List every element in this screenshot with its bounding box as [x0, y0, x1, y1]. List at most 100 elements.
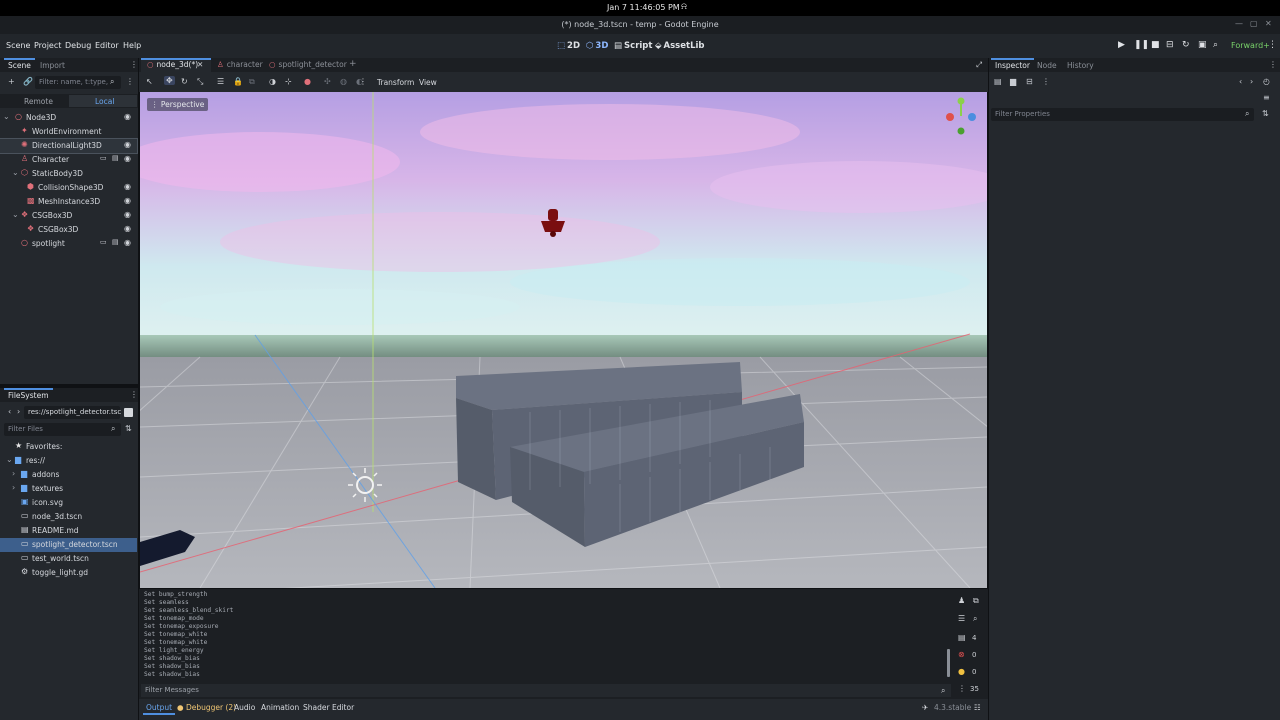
- filter-files-input[interactable]: Filter Files: [4, 423, 121, 436]
- play-custom-icon[interactable]: ▣: [1198, 40, 1207, 50]
- sun-toggle-icon[interactable]: ◍: [340, 77, 347, 86]
- workspace-assetlib-button[interactable]: ⬙ AssetLib: [655, 41, 705, 51]
- visibility-eye-icon[interactable]: ◉: [124, 140, 131, 149]
- fs-file-node3d[interactable]: ▭ node_3d.tscn: [0, 510, 137, 524]
- error-filter-icon[interactable]: ⊗: [958, 650, 965, 659]
- visibility-eye-icon[interactable]: ◉: [124, 154, 131, 163]
- remote-debug-icon[interactable]: ⊟: [1166, 40, 1174, 50]
- tree-node-csgbox3d[interactable]: ⌄ ❖ CSGBox3D ◉: [0, 209, 137, 223]
- dock-menu-icon[interactable]: ⋮: [1269, 60, 1277, 69]
- history-back-icon[interactable]: ‹: [1239, 77, 1242, 86]
- filter-properties-input[interactable]: Filter Properties: [991, 108, 1254, 121]
- tree-node-meshinstance3d[interactable]: ▩ MeshInstance3D ◉: [0, 195, 137, 209]
- add-node-icon[interactable]: +: [8, 77, 15, 86]
- tree-node-character[interactable]: ♙ Character ▭ ▤ ◉: [0, 153, 137, 167]
- path-field[interactable]: res://spotlight_detector.tsc: [24, 406, 121, 419]
- link-icon[interactable]: 🔗: [23, 77, 33, 86]
- visibility-eye-icon[interactable]: ◉: [124, 196, 131, 205]
- stop-icon[interactable]: ■: [1151, 40, 1160, 50]
- tree-node-worldenvironment[interactable]: ✦ WorldEnvironment: [0, 125, 137, 139]
- notification-bell-icon[interactable]: ⍾: [681, 2, 687, 12]
- filter-messages-input[interactable]: Filter Messages: [141, 684, 951, 697]
- tab-animation[interactable]: Animation: [261, 703, 299, 712]
- fs-file-spotlight-detector[interactable]: ▭ spotlight_detector.tscn: [0, 538, 137, 552]
- workspace-script-button[interactable]: ▤ Script: [614, 41, 652, 51]
- inspector-options-icon[interactable]: ⋮: [1042, 77, 1050, 86]
- menu-project[interactable]: Project: [34, 41, 61, 50]
- fs-folder-textures[interactable]: › ▆ textures: [0, 482, 137, 496]
- tab-debugger[interactable]: ● Debugger (2): [177, 703, 236, 712]
- open-script-icon[interactable]: ▤: [112, 154, 119, 162]
- scene-tab-node3d[interactable]: ○ node_3d(*): [147, 60, 198, 69]
- sort-icon[interactable]: ⇅: [125, 424, 132, 433]
- menu-debug[interactable]: Debug: [65, 41, 91, 50]
- history-forward-icon[interactable]: ›: [1250, 77, 1253, 86]
- instance-scene-icon[interactable]: ▭: [100, 154, 107, 162]
- tab-audio[interactable]: Audio: [234, 703, 255, 712]
- back-icon[interactable]: ‹: [8, 407, 11, 416]
- editor-message-filter-icon[interactable]: ⋮: [958, 684, 966, 693]
- lock-icon[interactable]: 🔒: [233, 77, 243, 86]
- open-resource-icon[interactable]: ▆: [1010, 77, 1016, 86]
- word-wrap-icon[interactable]: ☰: [958, 614, 965, 623]
- play-scene-icon[interactable]: ↻: [1182, 40, 1190, 50]
- tree-node-spotlight[interactable]: ○ spotlight ▭ ▤ ◉: [0, 237, 137, 251]
- tab-output[interactable]: Output: [142, 703, 176, 715]
- object-properties-icon[interactable]: ≡: [1263, 93, 1270, 102]
- clear-output-icon[interactable]: ♟: [958, 596, 965, 605]
- tab-history[interactable]: History: [1067, 61, 1094, 70]
- scene-filter-input[interactable]: Filter: name, t:type,: [35, 76, 121, 89]
- dock-menu-icon[interactable]: ⋮: [130, 390, 138, 399]
- visibility-eye-icon[interactable]: ◉: [124, 238, 131, 247]
- transform-menu[interactable]: Transform: [377, 78, 414, 87]
- visibility-eye-icon[interactable]: ◉: [124, 224, 131, 233]
- distraction-free-icon[interactable]: ⤢: [976, 60, 982, 70]
- menu-help[interactable]: Help: [123, 41, 141, 50]
- output-scrollbar[interactable]: [947, 649, 950, 677]
- fs-favorites[interactable]: ★ Favorites:: [0, 440, 137, 454]
- menu-editor[interactable]: Editor: [95, 41, 119, 50]
- play-icon[interactable]: ▶: [1118, 40, 1125, 50]
- message-filter-icon[interactable]: ▤: [958, 633, 966, 642]
- tree-node-directionallight3d[interactable]: ✺ DirectionalLight3D ◉: [0, 138, 138, 154]
- fs-file-icon-svg[interactable]: ▣ icon.svg: [0, 496, 137, 510]
- remote-tab[interactable]: Remote: [24, 97, 53, 106]
- warning-filter-icon[interactable]: ●: [958, 667, 965, 676]
- local-space-icon[interactable]: ◑: [269, 77, 276, 86]
- scale-tool-icon[interactable]: ⤡: [197, 77, 203, 87]
- add-tab-icon[interactable]: +: [349, 59, 357, 69]
- visibility-eye-icon[interactable]: ◉: [124, 182, 131, 191]
- update-spinner-icon[interactable]: ✈: [922, 703, 928, 712]
- fs-res-root[interactable]: ⌄ ▆ res://: [0, 454, 137, 468]
- tree-node-csgbox3d-child[interactable]: ❖ CSGBox3D ◉: [0, 223, 137, 237]
- scene-tab-character[interactable]: ♙ character: [217, 60, 263, 69]
- tree-node-collisionshape3d[interactable]: ⬢ CollisionShape3D ◉: [0, 181, 137, 195]
- perspective-menu[interactable]: ⋮ Perspective: [147, 98, 209, 111]
- maximize-icon[interactable]: ▢: [1250, 19, 1258, 28]
- workspace-3d-button[interactable]: ⬡ 3D: [586, 41, 608, 51]
- scene-tab-spotlight-detector[interactable]: ○ spotlight_detector: [269, 60, 347, 69]
- panel-layout-icon[interactable]: ☷: [974, 703, 981, 712]
- output-search-icon[interactable]: ⌕: [973, 614, 977, 624]
- more-options-icon[interactable]: ⋮: [359, 77, 367, 86]
- group-icon[interactable]: ⧉: [249, 77, 255, 87]
- view-menu[interactable]: View: [419, 78, 437, 87]
- workspace-2d-button[interactable]: ⬚ 2D: [557, 41, 580, 51]
- fs-file-readme[interactable]: ▤ README.md: [0, 524, 137, 538]
- 3d-viewport[interactable]: ⋮ Perspective: [140, 92, 987, 588]
- local-tab[interactable]: Local: [95, 97, 114, 106]
- tab-node[interactable]: Node: [1037, 61, 1057, 70]
- move-tool-icon[interactable]: ✥: [164, 76, 175, 85]
- tab-filesystem[interactable]: FileSystem: [4, 388, 53, 400]
- grid-toggle-icon[interactable]: ✣: [324, 77, 331, 86]
- rotate-tool-icon[interactable]: ↻: [181, 77, 188, 86]
- forward-icon[interactable]: ›: [17, 407, 20, 416]
- tab-import[interactable]: Import: [40, 61, 65, 70]
- select-tool-icon[interactable]: ↖: [146, 77, 153, 86]
- properties-menu-icon[interactable]: ⇅: [1262, 109, 1269, 118]
- object-history-icon[interactable]: ◴: [1263, 77, 1270, 86]
- snap-icon[interactable]: ⊹: [285, 77, 292, 86]
- visibility-eye-icon[interactable]: ◉: [124, 112, 131, 121]
- tree-node-node3d[interactable]: ⌄ ○ Node3D ◉: [0, 111, 137, 125]
- minimize-icon[interactable]: —: [1235, 19, 1243, 28]
